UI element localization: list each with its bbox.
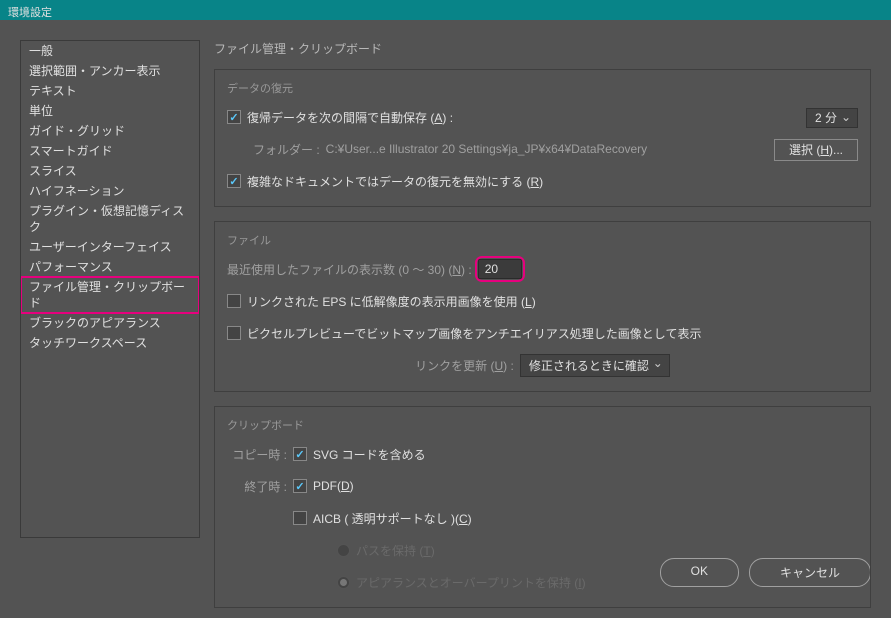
sidebar-item-text[interactable]: テキスト [21,81,199,101]
sidebar-item-selection[interactable]: 選択範囲・アンカー表示 [21,61,199,81]
autosave-checkbox[interactable] [227,110,241,124]
sidebar-item-units[interactable]: 単位 [21,101,199,121]
window-title: 環境設定 [0,0,891,20]
sidebar-item-smartguides[interactable]: スマートガイド [21,141,199,161]
pdf-label: PDF(D) [313,479,354,493]
sidebar: 一般 選択範囲・アンカー表示 テキスト 単位 ガイド・グリッド スマートガイド … [20,40,200,538]
linked-eps-checkbox[interactable] [227,294,241,308]
sidebar-item-hyphenation[interactable]: ハイフネーション [21,181,199,201]
sidebar-item-ui[interactable]: ユーザーインターフェイス [21,237,199,257]
exit-label: 終了時 : [227,478,287,495]
svg-label: SVG コードを含める [313,446,426,463]
main-panel: ファイル管理・クリップボード データの復元 復帰データを次の間隔で自動保存 (A… [214,40,871,538]
linked-eps-label: リンクされた EPS に低解像度の表示用画像を使用 (L) [247,293,536,310]
aicb-checkbox[interactable] [293,511,307,525]
aicb-label: AICB ( 透明サポートなし )(C) [313,510,472,527]
page-title: ファイル管理・クリップボード [214,40,871,57]
disable-complex-label: 複雑なドキュメントではデータの復元を無効にする (R) [247,173,543,190]
folder-path: C:¥User...e Illustrator 20 Settings¥ja_J… [326,142,648,156]
pdf-checkbox[interactable] [293,479,307,493]
keeppaths-label: パスを保持 (T) [356,542,435,559]
section-title-clipboard: クリップボード [227,417,858,433]
section-data-recovery: データの復元 復帰データを次の間隔で自動保存 (A) : 2 分 フォルダー :… [214,69,871,207]
keepappearance-radio [337,576,350,589]
disable-complex-checkbox[interactable] [227,174,241,188]
sidebar-item-black[interactable]: ブラックのアピアランス [21,313,199,333]
sidebar-item-guides[interactable]: ガイド・グリッド [21,121,199,141]
autosave-label: 復帰データを次の間隔で自動保存 (A) : [247,109,453,126]
recent-files-input[interactable] [478,259,522,279]
updatelinks-select[interactable]: 修正されるときに確認 [520,354,670,377]
sidebar-item-slice[interactable]: スライス [21,161,199,181]
folder-label: フォルダー : [253,141,320,158]
select-folder-button[interactable]: 選択 (H)... [774,139,858,161]
svg-checkbox[interactable] [293,447,307,461]
updatelinks-label: リンクを更新 (U) : [415,357,514,374]
sidebar-item-general[interactable]: 一般 [21,41,199,61]
section-file: ファイル 最近使用したファイルの表示数 (0 ～ 30) (N) : リンクされ… [214,221,871,392]
section-clipboard: クリップボード コピー時 : SVG コードを含める 終了時 : PDF(D) … [214,406,871,608]
section-title-datarecovery: データの復元 [227,80,858,96]
keeppaths-radio [337,544,350,557]
sidebar-item-plugin[interactable]: プラグイン・仮想記憶ディスク [21,201,199,237]
recent-label: 最近使用したファイルの表示数 (0 ～ 30) (N) : [227,261,472,278]
keepappearance-label: アピアランスとオーバープリントを保持 (I) [356,574,586,591]
pixelpreview-checkbox[interactable] [227,326,241,340]
sidebar-item-touch[interactable]: タッチワークスペース [21,333,199,353]
section-title-file: ファイル [227,232,858,248]
autosave-interval-select[interactable]: 2 分 [806,108,858,128]
copy-label: コピー時 : [227,446,287,463]
sidebar-item-perf[interactable]: パフォーマンス [21,257,199,277]
sidebar-item-file-clipboard[interactable]: ファイル管理・クリップボード [21,277,199,313]
pixelpreview-label: ピクセルプレビューでビットマップ画像をアンチエイリアス処理した画像として表示 [247,325,701,342]
